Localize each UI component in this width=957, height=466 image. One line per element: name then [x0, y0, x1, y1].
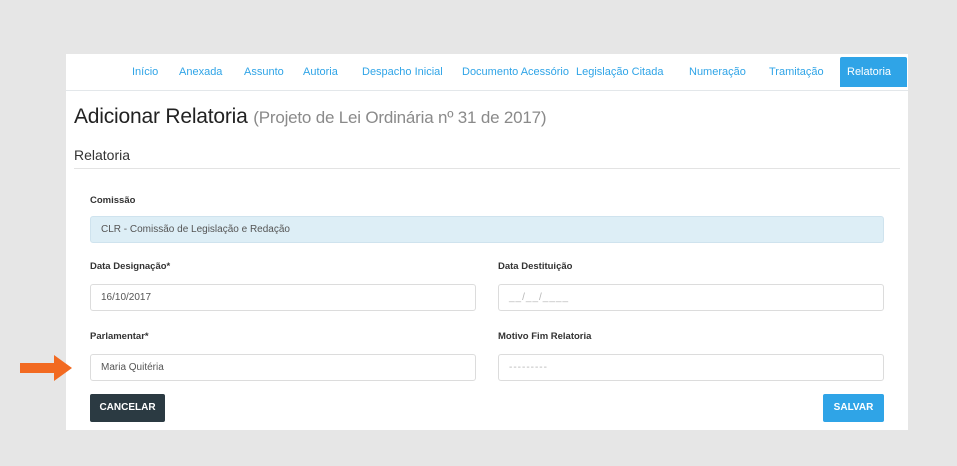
page-title-subtitle: (Projeto de Lei Ordinária nº 31 de 2017) — [253, 108, 547, 127]
data-designacao-input[interactable]: 16/10/2017 — [90, 284, 476, 311]
data-destituicao-placeholder: __/__/____ — [509, 292, 570, 303]
page-title-main: Adicionar Relatoria — [74, 105, 248, 128]
motivo-fim-select[interactable]: --------- — [498, 354, 884, 381]
comissao-label: Comissão — [90, 195, 136, 206]
parlamentar-select[interactable]: Maria Quitéria — [90, 354, 476, 381]
arrow-right-icon — [20, 355, 72, 381]
tab-bar: Início Anexada Assunto Autoria Despacho … — [66, 57, 908, 91]
section-divider — [74, 168, 900, 169]
cancel-button[interactable]: CANCELAR — [90, 394, 165, 422]
tab-inicio[interactable]: Início — [126, 57, 164, 87]
motivo-fim-label: Motivo Fim Relatoria — [498, 331, 592, 342]
data-destituicao-label: Data Destituição — [498, 261, 573, 272]
comissao-field: CLR - Comissão de Legislação e Redação — [90, 216, 884, 243]
tab-anexada[interactable]: Anexada — [173, 57, 228, 87]
tab-documento-acessorio[interactable]: Documento Acessório — [456, 57, 575, 87]
save-button[interactable]: SALVAR — [823, 394, 884, 422]
parlamentar-label: Parlamentar* — [90, 331, 149, 342]
relatoria-panel: Início Anexada Assunto Autoria Despacho … — [66, 54, 908, 430]
tab-autoria[interactable]: Autoria — [297, 57, 344, 87]
data-destituicao-input[interactable]: __/__/____ — [498, 284, 884, 311]
motivo-fim-value: --------- — [509, 362, 548, 373]
data-designacao-label: Data Designação* — [90, 261, 171, 272]
tab-despacho-inicial[interactable]: Despacho Inicial — [356, 57, 449, 87]
tab-legislacao-citada[interactable]: Legislação Citada — [570, 57, 669, 87]
section-title: Relatoria — [74, 147, 131, 163]
tab-tramitacao[interactable]: Tramitação — [763, 57, 830, 87]
page-title: Adicionar Relatoria (Projeto de Lei Ordi… — [74, 105, 547, 129]
tab-numeracao[interactable]: Numeração — [683, 57, 752, 87]
tab-assunto[interactable]: Assunto — [238, 57, 290, 87]
tab-relatoria[interactable]: Relatoria — [840, 57, 907, 87]
